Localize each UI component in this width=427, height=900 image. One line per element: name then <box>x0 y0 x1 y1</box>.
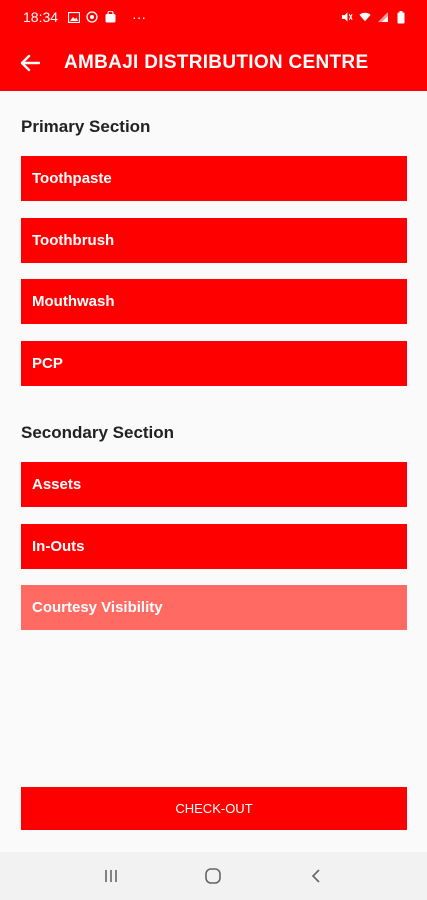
home-icon <box>205 868 222 884</box>
back-button[interactable] <box>2 34 58 91</box>
app-bar: AMBAJI DISTRIBUTION CENTRE <box>0 34 427 91</box>
in-outs-button[interactable]: In-Outs <box>21 524 407 569</box>
signal-icon <box>377 11 389 23</box>
recent-apps-icon <box>105 870 117 882</box>
status-bar: 18:34 ··· <box>0 0 427 34</box>
system-back-button[interactable] <box>296 856 336 896</box>
whatsapp-icon <box>86 11 98 23</box>
assets-button[interactable]: Assets <box>21 462 407 507</box>
wifi-icon <box>359 11 371 23</box>
chevron-left-icon <box>311 869 320 883</box>
battery-icon <box>395 10 407 23</box>
courtesy-visibility-button[interactable]: Courtesy Visibility <box>21 585 407 630</box>
check-out-button[interactable]: CHECK-OUT <box>21 787 407 830</box>
system-nav-bar <box>0 852 427 900</box>
mouthwash-button[interactable]: Mouthwash <box>21 279 407 324</box>
toothbrush-button[interactable]: Toothbrush <box>21 218 407 263</box>
primary-section-title: Primary Section <box>21 117 151 136</box>
pcp-button[interactable]: PCP <box>21 341 407 386</box>
mute-icon <box>341 11 353 23</box>
page-title: AMBAJI DISTRIBUTION CENTRE <box>64 51 369 73</box>
recent-apps-button[interactable] <box>91 856 131 896</box>
more-notifications-icon: ··· <box>132 9 147 25</box>
secondary-section-title: Secondary Section <box>21 423 175 442</box>
arrow-left-icon <box>20 54 40 71</box>
home-button[interactable] <box>193 856 233 896</box>
image-icon <box>68 11 81 23</box>
status-time: 18:34 <box>23 9 59 25</box>
toothpaste-button[interactable]: Toothpaste <box>21 156 407 201</box>
bag-icon <box>104 11 116 23</box>
